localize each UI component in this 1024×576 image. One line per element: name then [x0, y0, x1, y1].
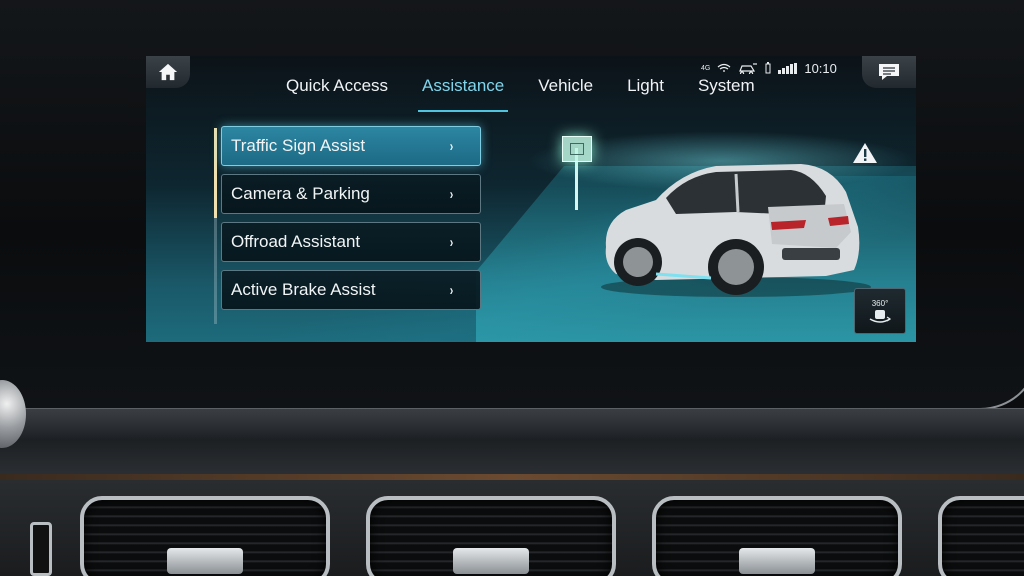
tab-system[interactable]: System [698, 76, 755, 104]
menu-item-active-brake-assist[interactable]: Active Brake Assist › [221, 270, 481, 310]
scrollbar-thumb[interactable] [214, 128, 217, 218]
menu-item-label: Offroad Assistant [231, 232, 361, 251]
car-connect-icon [739, 63, 758, 74]
clock: 10:10 [804, 60, 837, 76]
air-vent-center-right [652, 496, 902, 576]
chevron-right-icon: › [449, 282, 454, 299]
top-tabs: Quick Access Assistance Vehicle Light Sy… [286, 76, 789, 112]
vent-knob[interactable] [453, 548, 529, 574]
messages-button[interactable] [862, 56, 916, 88]
message-icon [879, 64, 899, 80]
menu-item-label: Camera & Parking [231, 184, 370, 203]
camera-360-label: 360° [871, 298, 889, 308]
battery-icon [765, 62, 771, 74]
air-vent-center-left [366, 496, 616, 576]
chevron-right-icon: › [449, 138, 454, 155]
vent-knob[interactable] [739, 548, 815, 574]
air-vent-left [80, 496, 330, 576]
vent-slot [30, 522, 52, 576]
camera-360-button[interactable]: 360° [854, 288, 906, 334]
tab-light[interactable]: Light [627, 76, 664, 104]
infotainment-screen: Quick Access Assistance Vehicle Light Sy… [146, 56, 916, 342]
signal-icon [778, 62, 798, 74]
home-icon [158, 63, 178, 81]
network-label: 4G [701, 64, 711, 72]
menu-item-label: Active Brake Assist [231, 280, 376, 299]
air-vent-right [938, 496, 1024, 576]
tab-assistance[interactable]: Assistance [418, 76, 509, 112]
car-icon [601, 164, 871, 297]
menu-item-offroad-assistant[interactable]: Offroad Assistant › [221, 222, 481, 262]
assistance-menu: Traffic Sign Assist › Camera & Parking ›… [221, 126, 481, 318]
chevron-right-icon: › [449, 186, 454, 203]
menu-item-label: Traffic Sign Assist [231, 136, 366, 155]
home-button[interactable] [146, 56, 190, 88]
status-bar: 4G 10:10 [701, 60, 837, 76]
chevron-right-icon: › [449, 234, 454, 251]
wifi-icon [717, 63, 731, 72]
tab-quick-access[interactable]: Quick Access [286, 76, 388, 104]
menu-item-camera-parking[interactable]: Camera & Parking › [221, 174, 481, 214]
tab-vehicle[interactable]: Vehicle [538, 76, 593, 104]
camera-360-icon [869, 309, 892, 323]
vent-knob[interactable] [167, 548, 243, 574]
dashboard-trim [0, 408, 1024, 478]
menu-item-traffic-sign-assist[interactable]: Traffic Sign Assist › [221, 126, 481, 166]
